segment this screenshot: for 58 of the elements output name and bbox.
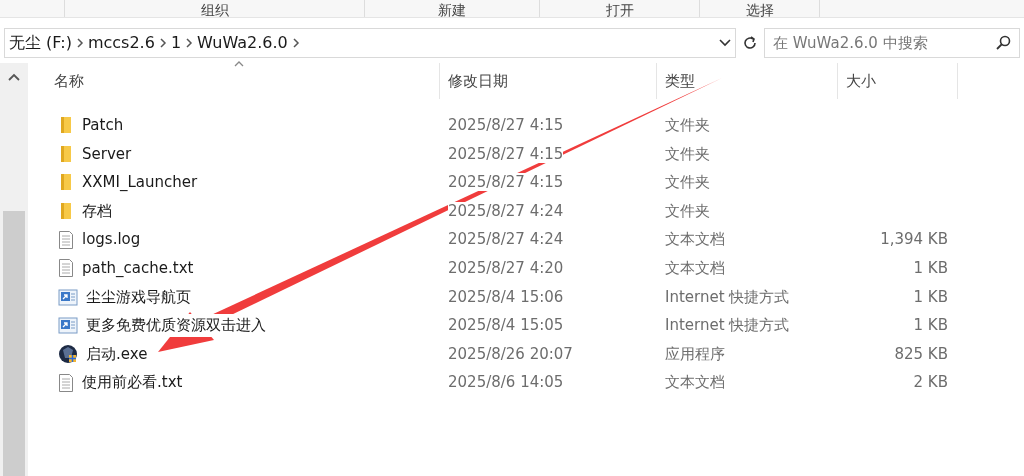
column-header[interactable]: 名称 (44, 63, 440, 99)
column-header[interactable]: 修改日期 (440, 63, 657, 99)
modified-date: 2025/8/27 4:15 (448, 144, 564, 163)
scrollbar-thumb[interactable] (3, 211, 25, 476)
file-type: 文件夹 (665, 116, 710, 135)
sort-ascending-icon (234, 61, 244, 67)
scroll-up-icon[interactable] (8, 73, 20, 81)
modified-date: 2025/8/27 4:20 (448, 259, 564, 277)
file-size: 825 KB (894, 344, 948, 363)
column-header[interactable]: 大小 (838, 63, 958, 99)
modified-date: 2025/8/27 4:15 (448, 173, 564, 192)
folder-icon (58, 173, 74, 192)
ribbon-group-label: 新建 (438, 3, 466, 17)
search-icon[interactable] (995, 35, 1011, 51)
address-bar[interactable]: 无尘 (F:) mccs2.6 1 WuWa2.6.0 (4, 28, 736, 58)
file-type: 应用程序 (665, 344, 725, 363)
file-type: Internet 快捷方式 (665, 287, 790, 306)
file-size: 1 KB (913, 287, 948, 306)
file-type: 文件夹 (665, 173, 710, 192)
chevron-right-icon[interactable] (185, 37, 194, 49)
chevron-right-icon[interactable] (75, 37, 84, 49)
file-name[interactable]: 更多免费优质资源双击进入 (86, 314, 266, 337)
document-icon (58, 258, 74, 279)
breadcrumb[interactable]: mccs2.6 (85, 31, 157, 55)
file-size: 1 KB (913, 316, 948, 335)
modified-date: 2025/8/27 4:24 (448, 201, 564, 220)
chevron-right-icon[interactable] (158, 37, 167, 49)
document-icon (58, 229, 74, 250)
breadcrumb[interactable]: WuWa2.6.0 (195, 31, 290, 55)
file-type: Internet 快捷方式 (665, 316, 790, 335)
breadcrumb[interactable]: 无尘 (F:) (7, 31, 74, 55)
refresh-icon[interactable] (742, 35, 758, 51)
document-icon (58, 372, 74, 393)
dropdown-icon[interactable] (719, 39, 731, 47)
ribbon-group-label: 打开 (605, 3, 634, 17)
file-type: 文本文档 (665, 259, 725, 277)
folder-icon (58, 116, 74, 135)
ribbon-group-label: 组织 (200, 3, 229, 17)
file-type: 文本文档 (665, 230, 725, 249)
file-size: 1 KB (913, 259, 948, 277)
scrollbar[interactable] (0, 63, 28, 476)
file-type: 文件夹 (665, 201, 710, 220)
search-field[interactable]: 在 WuWa2.6.0 中搜索 (764, 28, 1020, 58)
file-type: 文件夹 (665, 144, 710, 163)
folder-icon (58, 144, 74, 163)
file-type: 文本文档 (665, 373, 725, 392)
web-shortcut-icon (58, 316, 78, 335)
folder-icon (58, 202, 74, 221)
breadcrumb[interactable]: 1 (168, 31, 184, 55)
file-size: 2 KB (913, 373, 948, 392)
app-icon (58, 344, 78, 365)
modified-date: 2025/8/26 20:07 (448, 344, 573, 363)
web-shortcut-icon (58, 287, 78, 306)
ribbon-group-label: 选择 (745, 3, 774, 17)
chevron-right-icon[interactable] (291, 37, 300, 49)
modified-date: 2025/8/4 15:06 (448, 287, 564, 306)
file-size: 1,394 KB (880, 230, 948, 249)
search-input[interactable]: 在 WuWa2.6.0 中搜索 (773, 31, 995, 55)
